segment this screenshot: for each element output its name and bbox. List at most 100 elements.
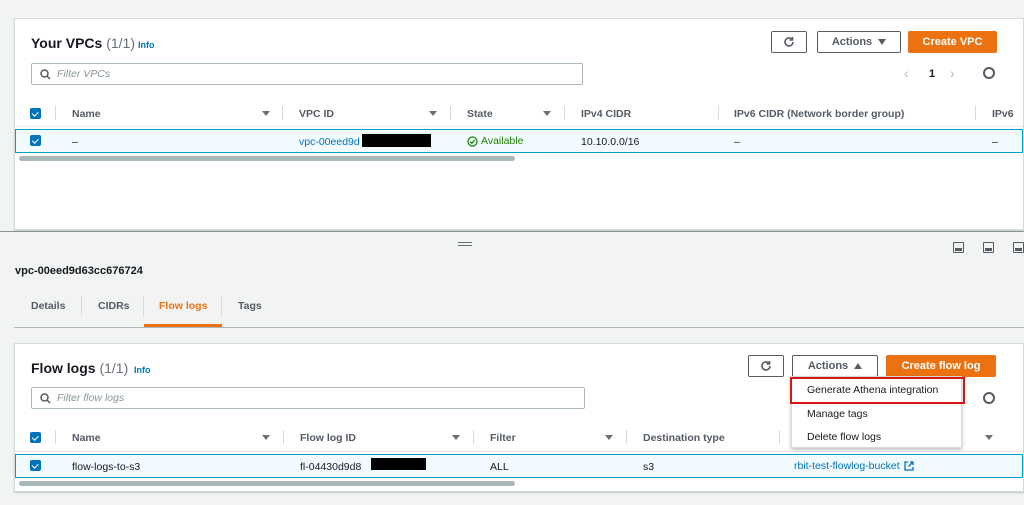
create-vpc-button[interactable]: Create VPC (908, 31, 997, 53)
vpcs-horizontal-scrollbar[interactable] (19, 156, 515, 161)
menu-item-delete-flow-logs[interactable]: Delete flow logs (807, 431, 881, 443)
col-state[interactable]: State (467, 108, 493, 120)
flowlogs-info-link[interactable]: Info (134, 365, 151, 375)
refresh-icon (784, 37, 794, 47)
flowlog-id-cell: fl-04430d9d8 (300, 461, 362, 473)
vpc-details-title: vpc-00eed9d63cc676724 (15, 265, 143, 277)
flowlog-dest-type-cell: s3 (643, 461, 655, 473)
flowlog-row-checkbox[interactable] (30, 460, 41, 471)
col-ipv6-cidr[interactable]: IPv6 CIDR (Network border group) (734, 108, 904, 120)
check-circle-icon (467, 135, 478, 147)
vpcs-count: (1/1) (106, 35, 135, 51)
vpcs-title: Your VPCs (31, 35, 103, 51)
flowlogs-horizontal-scrollbar[interactable] (19, 481, 515, 486)
flowlogs-actions-button[interactable]: Actions (792, 355, 878, 377)
col-separator (450, 106, 451, 120)
menu-item-generate-athena-integration[interactable]: Generate Athena integration (807, 384, 938, 396)
redaction-box (362, 134, 431, 147)
settings-gear-icon[interactable] (983, 392, 995, 404)
vpc-ipv6-cell: – (734, 136, 740, 148)
vpcs-search-input[interactable]: Filter VPCs (31, 63, 583, 85)
col-separator (55, 430, 56, 444)
tab-flow-logs[interactable]: Flow logs (159, 300, 207, 312)
col-name[interactable]: Name (72, 432, 101, 444)
split-divider[interactable] (0, 231, 1024, 232)
vpcs-actions-label: Actions (831, 36, 873, 48)
vpcs-panel: Your VPCs (1/1) Info Actions Create VPC … (14, 18, 1024, 230)
col-separator (283, 430, 284, 444)
vpc-ipv4-cell: 10.10.0.0/16 (581, 136, 640, 148)
flowlogs-select-all-checkbox[interactable] (30, 432, 41, 443)
tab-separator (143, 296, 144, 316)
col-flow-log-id[interactable]: Flow log ID (300, 432, 356, 444)
col-ipv4-cidr[interactable]: IPv4 CIDR (581, 108, 631, 120)
col-ipv6[interactable]: IPv6 (992, 108, 1014, 120)
flowlogs-actions-label: Actions (807, 360, 849, 372)
menu-item-manage-tags[interactable]: Manage tags (807, 408, 868, 420)
vpc-ipv6b-cell: – (992, 136, 998, 148)
search-icon (40, 392, 51, 404)
col-separator (282, 106, 283, 120)
col-separator (626, 430, 627, 444)
drag-handle-icon[interactable] (458, 242, 472, 246)
flowlogs-refresh-button[interactable] (748, 355, 784, 377)
panel-side-icon[interactable] (983, 242, 994, 253)
vpcs-heading: Your VPCs (1/1) (31, 35, 135, 51)
col-separator (718, 106, 719, 120)
vpc-state-cell: Available (467, 135, 523, 147)
next-page-icon[interactable]: › (950, 65, 955, 81)
vpc-row-checkbox[interactable] (30, 135, 41, 146)
flowlogs-title: Flow logs (31, 360, 96, 376)
col-filter[interactable]: Filter (490, 432, 516, 444)
redaction-box (371, 458, 426, 470)
sort-icon[interactable] (262, 435, 270, 440)
tab-tags[interactable]: Tags (238, 300, 262, 312)
flowlogs-heading: Flow logs (1/1) (31, 360, 128, 376)
flowlogs-search-placeholder: Filter flow logs (57, 392, 125, 404)
create-vpc-label: Create VPC (922, 36, 983, 48)
external-link-icon (903, 461, 914, 471)
col-separator (779, 430, 780, 444)
create-flow-log-button[interactable]: Create flow log (886, 355, 996, 377)
tab-separator (81, 296, 82, 316)
col-name[interactable]: Name (72, 108, 101, 120)
caret-up-icon (854, 363, 863, 369)
flowlog-destination-link[interactable]: rbit-test-flowlog-bucket (794, 460, 914, 472)
col-separator (564, 106, 565, 120)
sort-icon[interactable] (452, 435, 460, 440)
create-flow-log-label: Create flow log (901, 360, 981, 372)
flowlogs-count: (1/1) (99, 360, 129, 376)
col-separator (55, 106, 56, 120)
tab-details[interactable]: Details (31, 300, 65, 312)
sort-icon[interactable] (605, 435, 613, 440)
vpcs-search-placeholder: Filter VPCs (57, 68, 111, 80)
col-separator (473, 430, 474, 444)
vpc-state-label: Available (481, 135, 524, 147)
vpcs-select-all-checkbox[interactable] (30, 108, 41, 119)
vpc-id-link[interactable]: vpc-00eed9d (299, 136, 360, 148)
flowlog-filter-cell: ALL (490, 461, 509, 473)
vpcs-actions-button[interactable]: Actions (817, 31, 901, 53)
tab-cidrs[interactable]: CIDRs (98, 300, 130, 312)
vpcs-refresh-button[interactable] (771, 31, 807, 53)
vpcs-info-link[interactable]: Info (138, 40, 155, 50)
page-number[interactable]: 1 (929, 68, 935, 80)
flowlogs-search-input[interactable]: Filter flow logs (31, 387, 585, 409)
panel-bottom-icon[interactable] (953, 242, 964, 253)
sort-icon[interactable] (543, 111, 551, 116)
sort-icon[interactable] (262, 111, 270, 116)
col-destination-type[interactable]: Destination type (643, 432, 725, 444)
col-separator (975, 106, 976, 120)
flowlogs-actions-menu: Generate Athena integration Manage tags … (790, 376, 965, 448)
refresh-icon (761, 361, 771, 371)
search-icon (40, 68, 51, 80)
panel-full-icon[interactable] (1013, 242, 1024, 253)
sort-icon[interactable] (985, 435, 993, 440)
prev-page-icon[interactable]: ‹ (904, 65, 909, 81)
vpc-name-cell: – (72, 136, 78, 148)
col-vpc-id[interactable]: VPC ID (299, 108, 334, 120)
sort-icon[interactable] (429, 111, 437, 116)
flowlog-destination-label: rbit-test-flowlog-bucket (794, 460, 900, 472)
settings-gear-icon[interactable] (983, 67, 995, 79)
tab-separator (221, 296, 222, 316)
